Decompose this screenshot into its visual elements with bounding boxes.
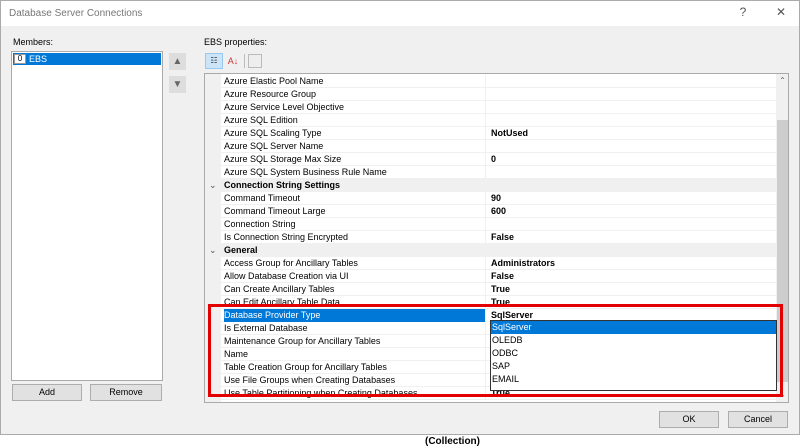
- collapse-chevron-icon[interactable]: ⌄: [209, 179, 217, 192]
- property-name: Command Timeout Large: [224, 205, 486, 218]
- property-name: Azure SQL Edition: [224, 114, 486, 127]
- title-bar: Database Server Connections ? ✕: [1, 1, 799, 26]
- category-title: Connection String Settings: [224, 180, 340, 190]
- dialog-window: Database Server Connections ? ✕ Members:…: [0, 0, 800, 435]
- properties-label: EBS properties:: [204, 37, 268, 47]
- property-row[interactable]: Azure Elastic Pool Name: [221, 75, 776, 88]
- property-value[interactable]: NotUsed: [491, 127, 528, 140]
- move-down-button[interactable]: ▼: [169, 76, 186, 93]
- property-row[interactable]: Azure Resource Group: [221, 88, 776, 101]
- member-index: 0: [14, 54, 26, 64]
- toolbar-separator: [244, 54, 245, 68]
- ok-button[interactable]: OK: [659, 411, 719, 428]
- property-value[interactable]: True: [491, 283, 510, 296]
- property-name: Azure SQL Server Name: [224, 140, 486, 153]
- property-name: Is Connection String Encrypted: [224, 231, 486, 244]
- members-list[interactable]: 0 EBS: [11, 51, 163, 381]
- property-row[interactable]: Azure SQL System Business Rule Name: [221, 166, 776, 179]
- members-label: Members:: [13, 37, 54, 47]
- property-name: Azure SQL Scaling Type: [224, 127, 486, 140]
- property-row[interactable]: Azure SQL Server Name: [221, 140, 776, 153]
- property-name: Command Timeout: [224, 192, 486, 205]
- highlight-annotation-box: [208, 304, 783, 397]
- property-name: Azure SQL System Business Rule Name: [224, 166, 486, 179]
- property-value[interactable]: 600: [491, 205, 506, 218]
- property-value[interactable]: False: [491, 270, 514, 283]
- property-row[interactable]: Azure Service Level Objective: [221, 101, 776, 114]
- property-name: Allow Database Creation via UI: [224, 270, 486, 283]
- alphabetical-sort-icon[interactable]: A↓: [225, 53, 241, 69]
- property-value[interactable]: 0: [491, 153, 496, 166]
- category-row[interactable]: ⌄ Connection String Settings: [205, 179, 776, 192]
- add-button[interactable]: Add: [12, 384, 82, 401]
- property-name: Azure Service Level Objective: [224, 101, 486, 114]
- scroll-up-icon[interactable]: ⌃: [776, 76, 788, 85]
- property-row[interactable]: Is Connection String Encrypted False: [221, 231, 776, 244]
- property-name: Azure Elastic Pool Name: [224, 75, 486, 88]
- member-name: EBS: [29, 54, 48, 64]
- property-row[interactable]: Command Timeout Large 600: [221, 205, 776, 218]
- property-name: Azure SQL Storage Max Size: [224, 153, 486, 166]
- property-name: Azure Resource Group: [224, 88, 486, 101]
- property-row[interactable]: Azure SQL Scaling Type NotUsed: [221, 127, 776, 140]
- property-row[interactable]: Connection String: [221, 218, 776, 231]
- remove-button[interactable]: Remove: [90, 384, 162, 401]
- background-collection-text: (Collection): [425, 436, 480, 447]
- help-button[interactable]: ?: [733, 5, 753, 19]
- property-row[interactable]: Allow Database Creation via UI False: [221, 270, 776, 283]
- property-value[interactable]: 90: [491, 192, 501, 205]
- property-row[interactable]: Command Timeout 90: [221, 192, 776, 205]
- property-row[interactable]: Azure SQL Edition: [221, 114, 776, 127]
- property-row[interactable]: Can Create Ancillary Tables True: [221, 283, 776, 296]
- property-pages-icon: [248, 54, 262, 68]
- property-row[interactable]: Access Group for Ancillary Tables Adminis…: [221, 257, 776, 270]
- category-title: General: [224, 245, 258, 255]
- property-name: Connection String: [224, 218, 486, 231]
- collapse-chevron-icon[interactable]: ⌄: [209, 244, 217, 257]
- category-row[interactable]: ⌄ General: [205, 244, 776, 257]
- window-title: Database Server Connections: [9, 8, 143, 19]
- close-button[interactable]: ✕: [771, 5, 791, 19]
- property-name: Access Group for Ancillary Tables: [224, 257, 486, 270]
- property-row[interactable]: Azure SQL Storage Max Size 0: [221, 153, 776, 166]
- property-value[interactable]: Administrators: [491, 257, 555, 270]
- property-value[interactable]: False: [491, 231, 514, 244]
- move-up-button[interactable]: ▲: [169, 53, 186, 70]
- cancel-button[interactable]: Cancel: [728, 411, 788, 428]
- categorized-icon[interactable]: ☷: [205, 53, 223, 69]
- property-name: Can Create Ancillary Tables: [224, 283, 486, 296]
- member-item-ebs[interactable]: 0 EBS: [13, 53, 161, 65]
